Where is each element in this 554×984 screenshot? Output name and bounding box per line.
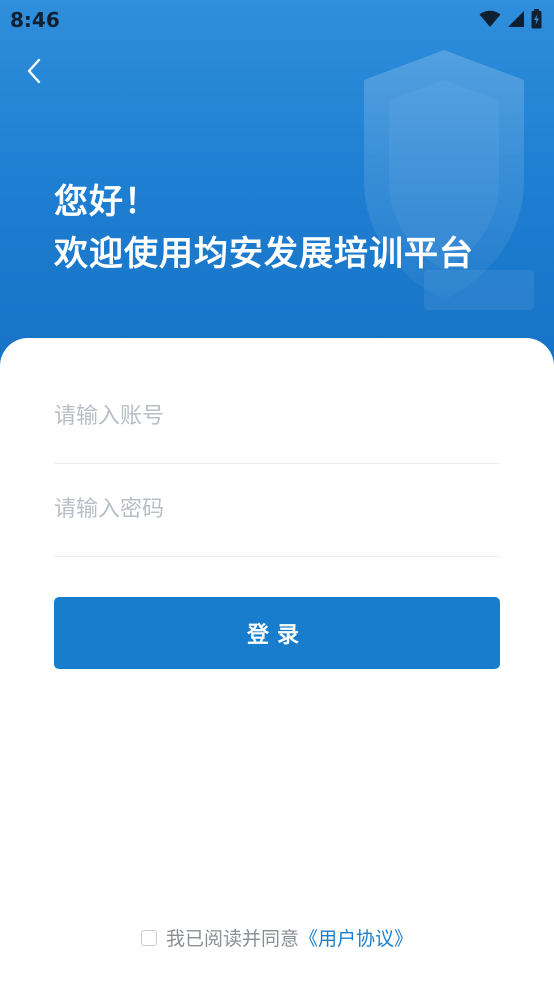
status-icons bbox=[479, 8, 542, 30]
status-time: 8:46 bbox=[10, 8, 60, 32]
greeting-line-1: 您好！ bbox=[54, 182, 159, 222]
password-input[interactable] bbox=[54, 463, 500, 555]
cell-signal-icon bbox=[508, 11, 524, 27]
login-button[interactable]: 登录 bbox=[54, 597, 500, 669]
welcome-heading: 您好！ 欢迎使用均安发展培训平台 bbox=[54, 176, 474, 280]
account-input[interactable] bbox=[54, 370, 500, 462]
password-field bbox=[54, 463, 500, 557]
account-field bbox=[54, 370, 500, 464]
chevron-left-icon bbox=[27, 58, 41, 84]
greeting-line-2: 欢迎使用均安发展培训平台 bbox=[54, 234, 474, 274]
user-agreement-link[interactable]: 《用户协议》 bbox=[299, 924, 413, 951]
back-button[interactable] bbox=[18, 54, 50, 88]
wifi-icon bbox=[479, 10, 501, 27]
battery-icon bbox=[531, 9, 542, 29]
status-bar: 8:46 bbox=[0, 0, 554, 38]
agreement-text: 我已阅读并同意 bbox=[165, 928, 299, 950]
agreement-checkbox[interactable] bbox=[140, 929, 157, 946]
agreement-row: 我已阅读并同意 《用户协议》 bbox=[0, 924, 554, 951]
